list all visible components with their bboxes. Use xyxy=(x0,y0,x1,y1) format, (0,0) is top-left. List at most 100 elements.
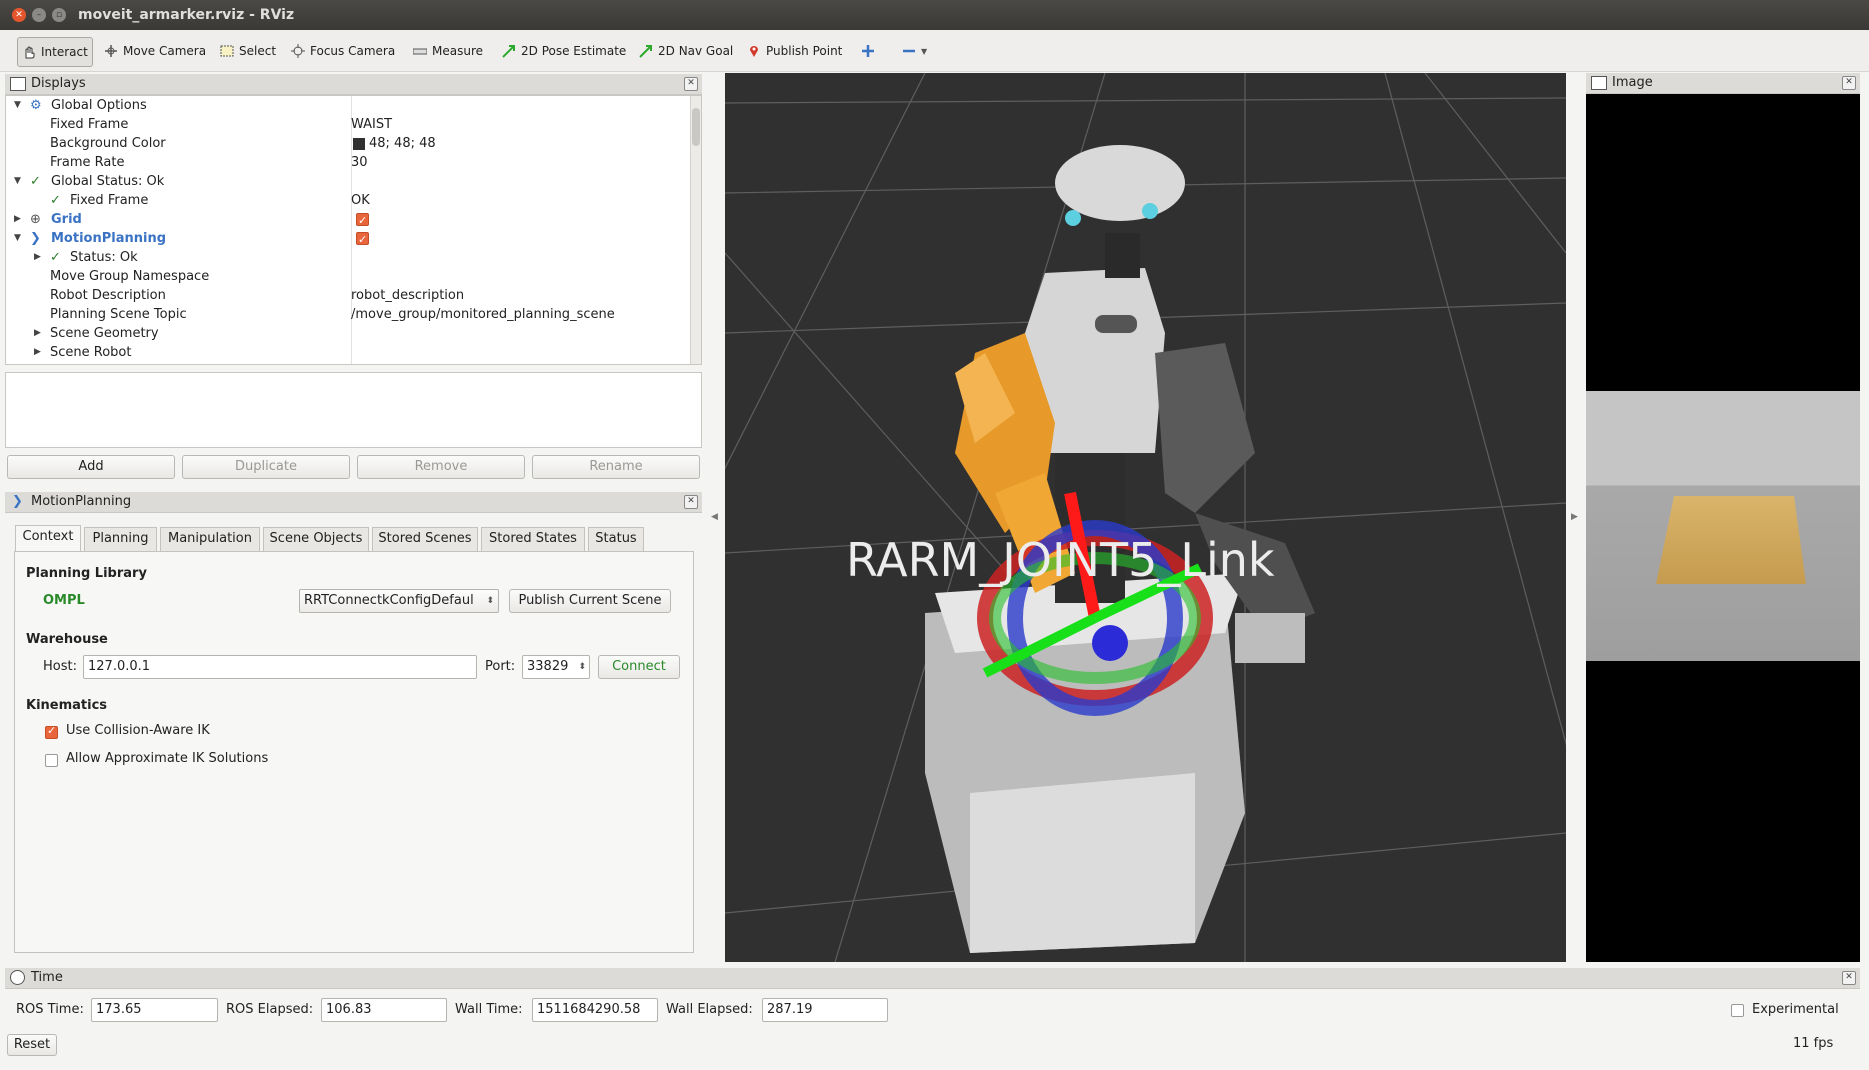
scrollbar-thumb[interactable] xyxy=(692,108,700,146)
wall-elapsed-field[interactable]: 287.19 xyxy=(762,998,888,1022)
tab-planning[interactable]: Planning xyxy=(84,527,157,551)
tree-value[interactable]: /move_group/monitored_planning_scene xyxy=(351,305,615,324)
close-icon[interactable]: ✕ xyxy=(1842,971,1856,985)
tree-row-frame-rate[interactable]: Frame Rate 30 xyxy=(6,153,686,172)
splitter-collapse-right-icon[interactable]: ▶ xyxy=(1571,512,1578,522)
dropdown-arrow-icon[interactable]: ▼ xyxy=(921,47,927,56)
tree-row-fixed-frame-status[interactable]: ✓ Fixed Frame OK xyxy=(6,191,686,210)
tab-stored-states[interactable]: Stored States xyxy=(481,527,585,551)
approximate-ik-checkbox[interactable] xyxy=(45,754,58,767)
table-surface xyxy=(1656,496,1806,584)
kinematics-heading: Kinematics xyxy=(26,698,108,713)
publish-point-tool-button[interactable]: Publish Point xyxy=(743,37,846,65)
tree-label: Robot Description xyxy=(50,288,166,303)
context-tab-content: Planning Library OMPL RRTConnectkConfigD… xyxy=(14,551,694,953)
connect-button[interactable]: Connect xyxy=(598,655,680,679)
tree-row-scene-geometry[interactable]: ▶ Scene Geometry xyxy=(6,324,686,343)
tree-row-global-options[interactable]: ▼ ⚙ Global Options xyxy=(6,96,686,115)
tree-label: Fixed Frame xyxy=(70,193,149,208)
experimental-checkbox[interactable] xyxy=(1731,1004,1744,1017)
collapse-arrow-icon[interactable]: ▶ xyxy=(34,248,41,267)
duplicate-display-button[interactable]: Duplicate xyxy=(182,455,350,479)
tree-row-motion-planning[interactable]: ▼ ❯ MotionPlanning xyxy=(6,229,686,249)
tree-row-robot-description[interactable]: Robot Description robot_description xyxy=(6,286,686,305)
tree-row-planning-scene-topic[interactable]: Planning Scene Topic /move_group/monitor… xyxy=(6,305,686,324)
tree-value[interactable]: 30 xyxy=(351,153,368,172)
reset-button[interactable]: Reset xyxy=(7,1034,57,1056)
ros-elapsed-field[interactable]: 106.83 xyxy=(321,998,447,1022)
collapse-arrow-icon[interactable]: ▶ xyxy=(14,210,21,229)
grid-enable-checkbox[interactable] xyxy=(356,211,369,230)
tree-value[interactable]: robot_description xyxy=(351,286,464,305)
tab-manipulation[interactable]: Manipulation xyxy=(160,527,260,551)
expand-arrow-icon[interactable]: ▼ xyxy=(14,96,21,115)
minimize-window-button[interactable]: – xyxy=(32,8,46,22)
tree-row-scene-robot[interactable]: ▶ Scene Robot xyxy=(6,343,686,362)
ruler-icon xyxy=(412,44,428,58)
color-swatch[interactable] xyxy=(353,138,365,150)
tree-label: MotionPlanning xyxy=(51,231,167,246)
maximize-window-button[interactable]: ▫ xyxy=(52,8,66,22)
nav-goal-tool-button[interactable]: 2D Nav Goal xyxy=(635,37,737,65)
fps-readout: 11 fps xyxy=(1793,1036,1834,1051)
rename-display-button[interactable]: Rename xyxy=(532,455,700,479)
remove-tool-button[interactable]: ▼ xyxy=(898,37,931,65)
render-viewport[interactable]: RARM_JOINT5_Link xyxy=(725,73,1566,962)
collision-aware-ik-checkbox[interactable] xyxy=(45,724,58,739)
expand-arrow-icon[interactable]: ▼ xyxy=(14,229,21,248)
splitter-collapse-left-icon[interactable]: ◀ xyxy=(711,512,718,522)
camera-image xyxy=(1586,94,1860,962)
planning-library-value: OMPL xyxy=(43,593,85,608)
tree-row-grid[interactable]: ▶ ⊕ Grid xyxy=(6,210,686,230)
wall-time-field[interactable]: 1511684290.58 xyxy=(532,998,658,1022)
motion-planning-icon: ❯ xyxy=(30,231,41,246)
spin-arrows-icon[interactable]: ⬍ xyxy=(578,656,586,678)
checkmark-icon: ✓ xyxy=(50,250,61,265)
plus-icon xyxy=(861,44,875,58)
add-tool-button[interactable] xyxy=(857,37,879,65)
tab-stored-scenes[interactable]: Stored Scenes xyxy=(372,527,478,551)
close-icon[interactable]: ✕ xyxy=(684,77,698,91)
collapse-arrow-icon[interactable]: ▶ xyxy=(34,324,41,343)
tab-scene-objects[interactable]: Scene Objects xyxy=(263,527,369,551)
tree-scrollbar[interactable] xyxy=(690,96,701,364)
measure-label: Measure xyxy=(432,44,483,58)
motion-planning-enable-checkbox[interactable] xyxy=(356,230,369,249)
pose-estimate-label: 2D Pose Estimate xyxy=(521,44,627,58)
focus-camera-tool-button[interactable]: Focus Camera xyxy=(287,37,399,65)
port-spinbox[interactable]: 33829 ⬍ xyxy=(522,655,590,679)
close-icon[interactable]: ✕ xyxy=(684,495,698,509)
publish-current-scene-button[interactable]: Publish Current Scene xyxy=(509,589,671,613)
tree-row-background-color[interactable]: Background Color 48; 48; 48 xyxy=(6,134,686,153)
move-camera-tool-button[interactable]: Move Camera xyxy=(100,37,210,65)
tree-value[interactable]: 48; 48; 48 xyxy=(369,134,436,153)
remove-display-button[interactable]: Remove xyxy=(357,455,525,479)
tree-row-status-ok[interactable]: ▶ ✓ Status: Ok xyxy=(6,248,686,267)
tree-row-move-group-namespace[interactable]: Move Group Namespace xyxy=(6,267,686,286)
pose-estimate-tool-button[interactable]: 2D Pose Estimate xyxy=(498,37,630,65)
tab-context[interactable]: Context xyxy=(15,525,81,551)
collapse-arrow-icon[interactable]: ▶ xyxy=(34,343,41,362)
ros-time-field[interactable]: 173.65 xyxy=(91,998,218,1022)
interact-tool-button[interactable]: Interact xyxy=(17,37,93,67)
expand-arrow-icon[interactable]: ▼ xyxy=(14,172,21,191)
close-window-button[interactable]: ✕ xyxy=(12,8,26,22)
host-input[interactable]: 127.0.0.1 xyxy=(83,655,477,679)
dropdown-arrow-icon: ⬍ xyxy=(486,596,494,606)
tab-status[interactable]: Status xyxy=(588,527,644,551)
tree-row-global-status[interactable]: ▼ ✓ Global Status: Ok xyxy=(6,172,686,191)
add-display-button[interactable]: Add xyxy=(7,455,175,479)
tree-row-fixed-frame[interactable]: Fixed Frame WAIST xyxy=(6,115,686,134)
grid-icon: ⊕ xyxy=(30,212,41,227)
image-panel-title: Image xyxy=(1612,75,1653,90)
measure-tool-button[interactable]: Measure xyxy=(409,37,487,65)
select-tool-button[interactable]: Select xyxy=(216,37,280,65)
time-title: Time xyxy=(31,970,63,985)
planner-select[interactable]: RRTConnectkConfigDefaul ⬍ xyxy=(299,589,499,613)
close-icon[interactable]: ✕ xyxy=(1842,76,1856,90)
tree-label: Scene Geometry xyxy=(50,326,159,341)
tree-label: Status: Ok xyxy=(70,250,138,265)
warehouse-heading: Warehouse xyxy=(26,632,108,647)
tree-value[interactable]: WAIST xyxy=(351,115,392,134)
toolbar: Interact Move Camera Select Focus Camera… xyxy=(0,30,1869,72)
